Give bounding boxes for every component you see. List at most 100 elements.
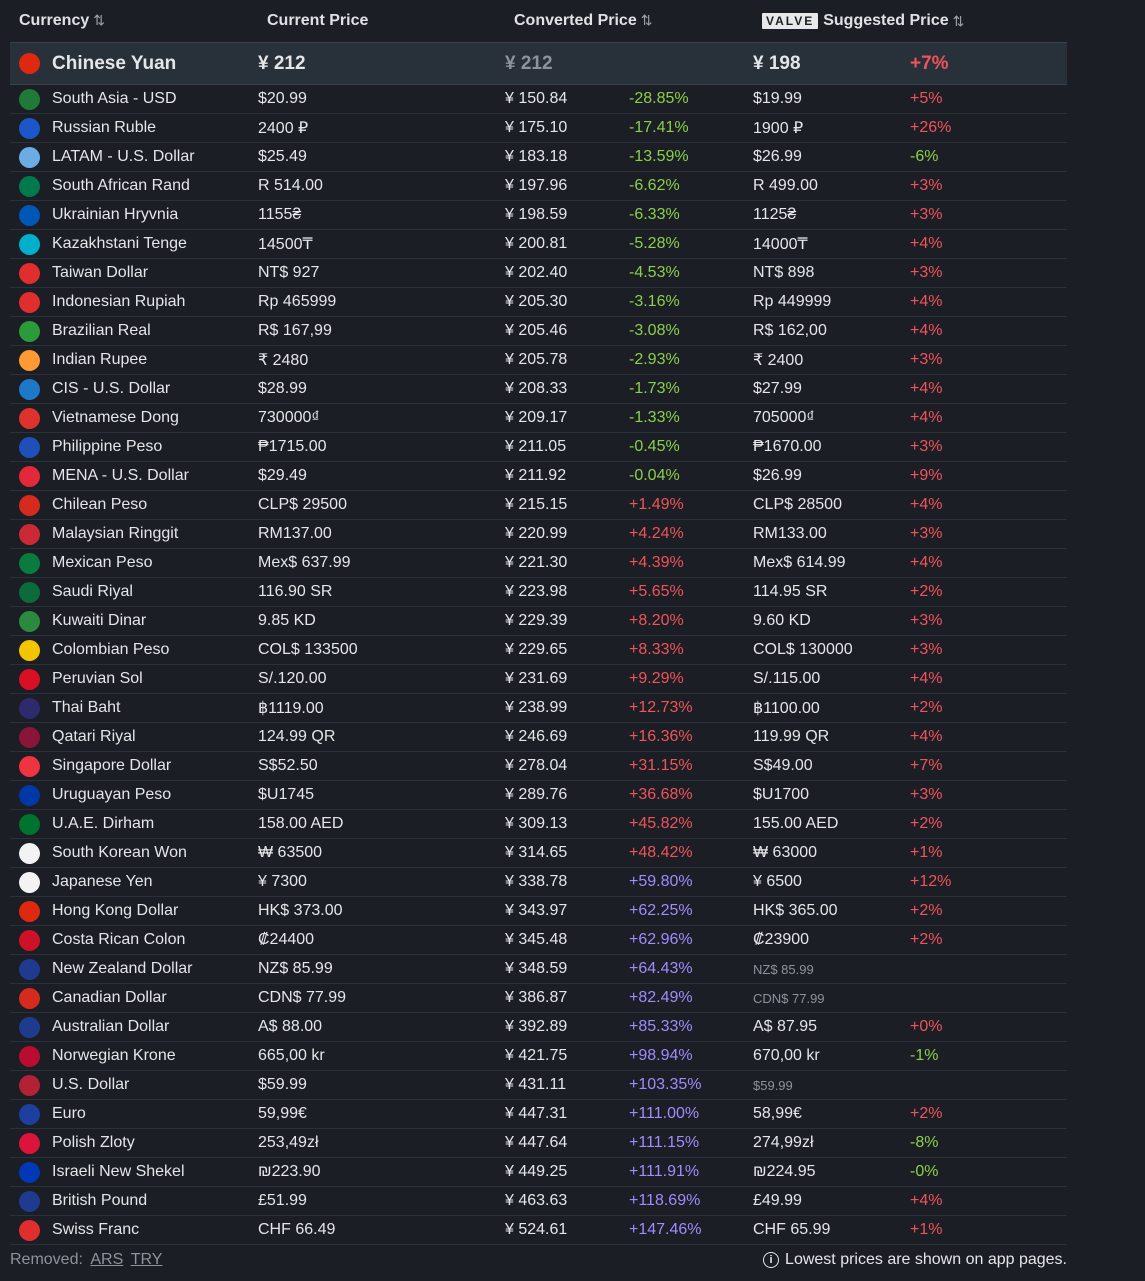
converted-pct: -1.73% (629, 380, 680, 397)
table-row: Saudi Riyal 116.90 SR ¥ 223.98 +5.65% 114.95… (10, 578, 1067, 607)
suggested-price: RM133.00 (753, 525, 827, 542)
flag-icon (19, 987, 40, 1009)
currency-cell: CIS - U.S. Dollar (10, 378, 258, 400)
suggested-price: 1900 ₽ (753, 120, 804, 137)
header-converted-price[interactable]: Converted Price ⇅ (514, 12, 762, 30)
converted-price: ¥ 198.59 (505, 206, 568, 223)
suggested-pct: +7% (910, 52, 949, 74)
currency-cell: New Zealand Dollar (10, 958, 258, 980)
converted-pct: +62.96% (629, 931, 693, 948)
currency-name: Polish Zloty (52, 1134, 135, 1151)
suggested-pct: +3% (910, 438, 943, 455)
converted-pct: +64.43% (629, 960, 693, 977)
converted-pct: +5.65% (629, 583, 684, 600)
current-price: 1155₴ (258, 206, 302, 223)
flag-icon (19, 581, 40, 603)
table-row: Japanese Yen ¥ 7300 ¥ 338.78 +59.80% ¥ 6500 +… (10, 868, 1067, 897)
suggested-price: $59.99 (753, 1077, 793, 1093)
currency-cell: Vietnamese Dong (10, 407, 258, 429)
currency-cell: U.A.E. Dirham (10, 813, 258, 835)
sort-icon[interactable]: ⇅ (953, 13, 965, 30)
converted-pct: +103.35% (629, 1076, 702, 1093)
converted-price: ¥ 205.30 (505, 293, 568, 310)
currency-cell: South Korean Won (10, 842, 258, 864)
converted-price: ¥ 212 (505, 52, 553, 74)
suggested-price: 1125₴ (753, 206, 797, 223)
suggested-pct: +26% (910, 119, 952, 136)
table-row: British Pound £51.99 ¥ 463.63 +118.69% £49.9… (10, 1187, 1067, 1216)
suggested-price: ¥ 6500 (753, 873, 802, 890)
currency-cell: Norwegian Krone (10, 1045, 258, 1067)
suggested-pct: +3% (910, 525, 943, 542)
suggested-pct: +2% (910, 583, 943, 600)
table-row: Israeli New Shekel ₪223.90 ¥ 449.25 +111.91… (10, 1158, 1067, 1187)
converted-pct: -0.45% (629, 438, 680, 455)
converted-pct: +12.73% (629, 699, 693, 716)
suggested-price: 9.60 KD (753, 612, 811, 629)
flag-icon (19, 494, 40, 516)
suggested-pct: +4% (910, 235, 943, 252)
suggested-pct: +12% (910, 873, 952, 890)
suggested-price: R$ 162,00 (753, 322, 827, 339)
converted-price: ¥ 211.92 (505, 467, 567, 484)
header-suggested-price[interactable]: VALVE Suggested Price ⇅ (762, 12, 1067, 30)
flag-icon (19, 291, 40, 313)
flag-icon (19, 117, 40, 139)
sort-icon[interactable]: ⇅ (641, 12, 653, 28)
flag-icon (19, 53, 40, 74)
current-price: NZ$ 85.99 (258, 960, 333, 977)
currency-name: Israeli New Shekel (52, 1163, 185, 1180)
converted-price: ¥ 289.76 (505, 786, 568, 803)
sort-icon[interactable]: ⇅ (93, 12, 105, 28)
table-row: Brazilian Real R$ 167,99 ¥ 205.46 -3.08% R$ … (10, 317, 1067, 346)
flag-icon (19, 175, 40, 197)
flag-icon (19, 1074, 40, 1096)
converted-price: ¥ 183.18 (505, 148, 568, 165)
table-row: Indonesian Rupiah Rp 465999 ¥ 205.30 -3.16%… (10, 288, 1067, 317)
currency-name: Ukrainian Hryvnia (52, 206, 179, 223)
currency-cell: Brazilian Real (10, 320, 258, 342)
suggested-pct: +4% (910, 380, 943, 397)
converted-price: ¥ 200.81 (505, 235, 568, 252)
currency-name: Japanese Yen (52, 873, 153, 890)
currency-cell: Australian Dollar (10, 1016, 258, 1038)
current-price: ₱1715.00 (258, 438, 327, 455)
converted-price: ¥ 278.04 (505, 757, 568, 774)
currency-name: Philippine Peso (52, 438, 163, 455)
converted-pct: +31.15% (629, 757, 693, 774)
current-price: CLP$ 29500 (258, 496, 347, 513)
currency-name: Brazilian Real (52, 322, 151, 339)
suggested-price: ₹ 2400 (753, 352, 804, 369)
flag-icon (19, 465, 40, 487)
converted-pct: -28.85% (629, 90, 689, 107)
currency-cell: South African Rand (10, 175, 258, 197)
suggested-pct: -8% (910, 1134, 939, 1151)
current-price: 59,99€ (258, 1105, 307, 1122)
suggested-price: 58,99€ (753, 1105, 802, 1122)
removed-link-try[interactable]: TRY (131, 1251, 163, 1268)
removed-link-ars[interactable]: ARS (90, 1251, 123, 1268)
current-price: A$ 88.00 (258, 1018, 323, 1035)
suggested-pct: -6% (910, 148, 939, 165)
converted-price: ¥ 221.30 (505, 554, 568, 571)
suggested-pct: +5% (910, 90, 943, 107)
converted-pct: -5.28% (629, 235, 680, 252)
current-price: ₩ 63500 (258, 844, 323, 861)
flag-icon (19, 1016, 40, 1038)
converted-price: ¥ 348.59 (505, 960, 568, 977)
suggested-pct: +4% (910, 409, 943, 426)
converted-price: ¥ 345.48 (505, 931, 568, 948)
currency-cell: Indian Rupee (10, 349, 258, 371)
suggested-pct: +3% (910, 786, 943, 803)
current-price: S$52.50 (258, 757, 318, 774)
currency-name: U.A.E. Dirham (52, 815, 155, 832)
converted-price: ¥ 208.33 (505, 380, 568, 397)
table-row: Thai Baht ฿1119.00 ¥ 238.99 +12.73% ฿1100.00… (10, 694, 1067, 723)
suggested-price: ₡23900 (753, 931, 810, 948)
table-row: Indian Rupee ₹ 2480 ¥ 205.78 -2.93% ₹ 2400 +3… (10, 346, 1067, 375)
header-currency[interactable]: Currency ⇅ (10, 12, 267, 30)
suggested-pct: +4% (910, 670, 943, 687)
currency-cell: British Pound (10, 1190, 258, 1212)
converted-price: ¥ 238.99 (505, 699, 568, 716)
flag-icon (19, 784, 40, 806)
